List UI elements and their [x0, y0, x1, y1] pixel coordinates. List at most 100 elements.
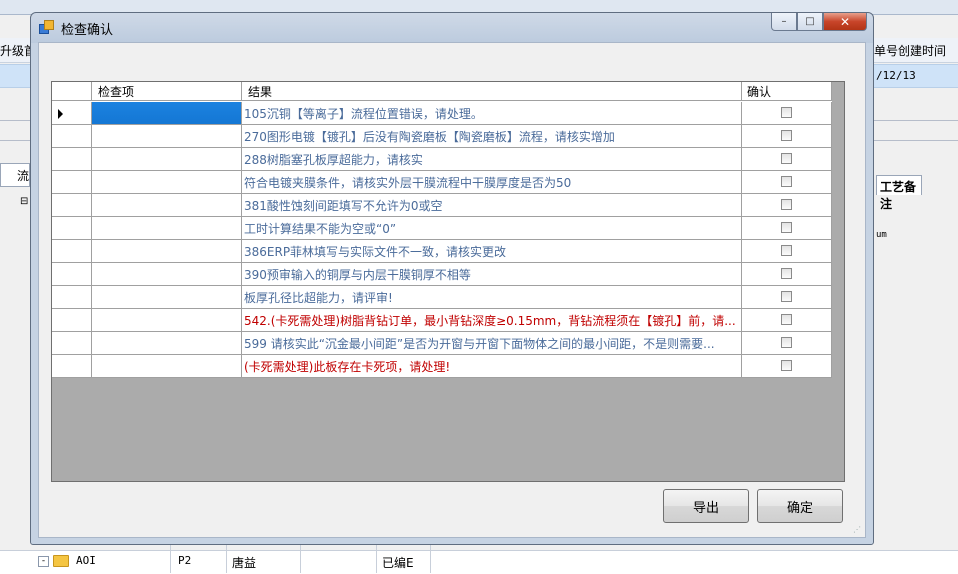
row-header[interactable]: [52, 240, 92, 263]
confirm-button[interactable]: 确定: [757, 489, 843, 523]
tree-collapse-icon[interactable]: ⊟: [20, 196, 28, 207]
column-header-check-item[interactable]: 检查项: [92, 82, 242, 101]
row-header[interactable]: [52, 309, 92, 332]
dialog-client-area: 检查项 结果 确认 105沉铜【等离子】流程位置错误，请处理。 270图形电镀【镀…: [38, 42, 866, 538]
result-cell[interactable]: 381酸性蚀刻间距填写不允许为0或空: [242, 194, 742, 217]
table-row[interactable]: 105沉铜【等离子】流程位置错误，请处理。: [52, 102, 832, 125]
tree-collapse-icon[interactable]: -: [38, 556, 49, 567]
row-header[interactable]: [52, 332, 92, 355]
row-header[interactable]: [52, 171, 92, 194]
result-cell[interactable]: 工时计算结果不能为空或“0”: [242, 217, 742, 240]
current-row-arrow-icon: [58, 109, 63, 119]
table-row[interactable]: 符合电镀夹膜条件，请核实外层干膜流程中干膜厚度是否为50: [52, 171, 832, 194]
resize-grip-icon[interactable]: ⋰: [853, 525, 863, 535]
confirm-checkbox[interactable]: [781, 153, 792, 164]
background-panel-text: um: [876, 230, 887, 240]
close-button[interactable]: ✕: [823, 13, 867, 31]
check-item-cell[interactable]: [92, 194, 242, 217]
result-cell[interactable]: 288树脂塞孔板厚超能力，请核实: [242, 148, 742, 171]
check-item-cell[interactable]: [92, 332, 242, 355]
confirm-checkbox[interactable]: [781, 268, 792, 279]
background-tree-row[interactable]: [0, 550, 958, 574]
confirm-cell: [742, 286, 832, 309]
confirm-cell: [742, 309, 832, 332]
confirm-checkbox[interactable]: [781, 314, 792, 325]
table-row[interactable]: 板厚孔径比超能力，请评审!: [52, 286, 832, 309]
table-row[interactable]: 599 请核实此“沉金最小间距”是否为开窗与开窗下面物体之间的最小间距，不是则需…: [52, 332, 832, 355]
table-row[interactable]: 390预审输入的铜厚与内层干膜铜厚不相等: [52, 263, 832, 286]
result-cell[interactable]: 390预审输入的铜厚与内层干膜铜厚不相等: [242, 263, 742, 286]
export-button[interactable]: 导出: [663, 489, 749, 523]
confirm-checkbox[interactable]: [781, 245, 792, 256]
result-cell[interactable]: 板厚孔径比超能力，请评审!: [242, 286, 742, 309]
table-row[interactable]: (卡死需处理)此板存在卡死项，请处理!: [52, 355, 832, 378]
result-cell[interactable]: 599 请核实此“沉金最小间距”是否为开窗与开窗下面物体之间的最小间距，不是则需…: [242, 332, 742, 355]
row-header[interactable]: [52, 286, 92, 309]
confirm-checkbox[interactable]: [781, 199, 792, 210]
check-item-cell[interactable]: [92, 102, 242, 125]
row-header-corner: [52, 82, 92, 101]
row-header[interactable]: [52, 194, 92, 217]
check-confirm-dialog: 检查确认 – □ ✕ 检查项 结果 确认 105沉铜【等离子】流程位置错误，请处…: [30, 12, 874, 545]
check-item-cell[interactable]: [92, 355, 242, 378]
confirm-checkbox[interactable]: [781, 222, 792, 233]
background-left-panel-label: 流: [17, 169, 30, 183]
confirm-cell: [742, 102, 832, 125]
confirm-cell: [742, 355, 832, 378]
row-header[interactable]: [52, 102, 92, 125]
column-header-confirm[interactable]: 确认: [742, 82, 832, 101]
table-row[interactable]: 542.(卡死需处理)树脂背钻订单，最小背钻深度≥0.15mm，背钻流程须在【镀…: [52, 309, 832, 332]
confirm-cell: [742, 194, 832, 217]
window-buttons: – □ ✕: [771, 13, 867, 32]
tree-row-status: 已编E: [382, 556, 414, 570]
tree-row-name: AOI: [76, 554, 96, 567]
row-header[interactable]: [52, 263, 92, 286]
result-cell[interactable]: (卡死需处理)此板存在卡死项，请处理!: [242, 355, 742, 378]
confirm-cell: [742, 332, 832, 355]
check-item-cell[interactable]: [92, 240, 242, 263]
confirm-checkbox[interactable]: [781, 291, 792, 302]
row-header[interactable]: [52, 148, 92, 171]
confirm-checkbox[interactable]: [781, 176, 792, 187]
confirm-cell: [742, 263, 832, 286]
background-left-panel-tab[interactable]: 流: [0, 163, 30, 187]
row-header[interactable]: [52, 355, 92, 378]
confirm-cell: [742, 171, 832, 194]
check-results-grid[interactable]: 检查项 结果 确认 105沉铜【等离子】流程位置错误，请处理。 270图形电镀【镀…: [51, 81, 845, 482]
table-row[interactable]: 386ERP菲林填写与实际文件不一致，请核实更改: [52, 240, 832, 263]
confirm-checkbox[interactable]: [781, 360, 792, 371]
check-item-cell[interactable]: [92, 309, 242, 332]
check-item-cell[interactable]: [92, 125, 242, 148]
check-item-cell[interactable]: [92, 286, 242, 309]
result-cell[interactable]: 105沉铜【等离子】流程位置错误，请处理。: [242, 102, 742, 125]
result-cell[interactable]: 270图形电镀【镀孔】后没有陶瓷磨板【陶瓷磨板】流程，请核实增加: [242, 125, 742, 148]
check-item-cell[interactable]: [92, 217, 242, 240]
row-header[interactable]: [52, 217, 92, 240]
confirm-cell: [742, 148, 832, 171]
tree-row-person: 唐益: [232, 556, 257, 570]
result-cell[interactable]: 符合电镀夹膜条件，请核实外层干膜流程中干膜厚度是否为50: [242, 171, 742, 194]
row-header[interactable]: [52, 125, 92, 148]
background-date-cell: /12/13: [876, 69, 916, 82]
result-cell[interactable]: 386ERP菲林填写与实际文件不一致，请核实更改: [242, 240, 742, 263]
table-row[interactable]: 381酸性蚀刻间距填写不允许为0或空: [52, 194, 832, 217]
minimize-button[interactable]: –: [771, 13, 797, 31]
dialog-titlebar[interactable]: 检查确认 – □ ✕: [31, 13, 873, 41]
table-row[interactable]: 工时计算结果不能为空或“0”: [52, 217, 832, 240]
check-item-cell[interactable]: [92, 263, 242, 286]
confirm-checkbox[interactable]: [781, 130, 792, 141]
maximize-button[interactable]: □: [797, 13, 823, 31]
confirm-checkbox[interactable]: [781, 337, 792, 348]
table-row[interactable]: 288树脂塞孔板厚超能力，请核实: [52, 148, 832, 171]
confirm-cell: [742, 125, 832, 148]
check-item-cell[interactable]: [92, 148, 242, 171]
grid-header-row: 检查项 结果 确认: [52, 82, 832, 102]
check-item-cell[interactable]: [92, 171, 242, 194]
background-right-header: 单号创建时间: [874, 44, 947, 58]
confirm-cell: [742, 240, 832, 263]
confirm-checkbox[interactable]: [781, 107, 792, 118]
result-cell[interactable]: 542.(卡死需处理)树脂背钻订单，最小背钻深度≥0.15mm，背钻流程须在【镀…: [242, 309, 742, 332]
table-row[interactable]: 270图形电镀【镀孔】后没有陶瓷磨板【陶瓷磨板】流程，请核实增加: [52, 125, 832, 148]
background-tab-process-notes[interactable]: 工艺备注: [876, 175, 922, 211]
column-header-result[interactable]: 结果: [242, 82, 742, 101]
